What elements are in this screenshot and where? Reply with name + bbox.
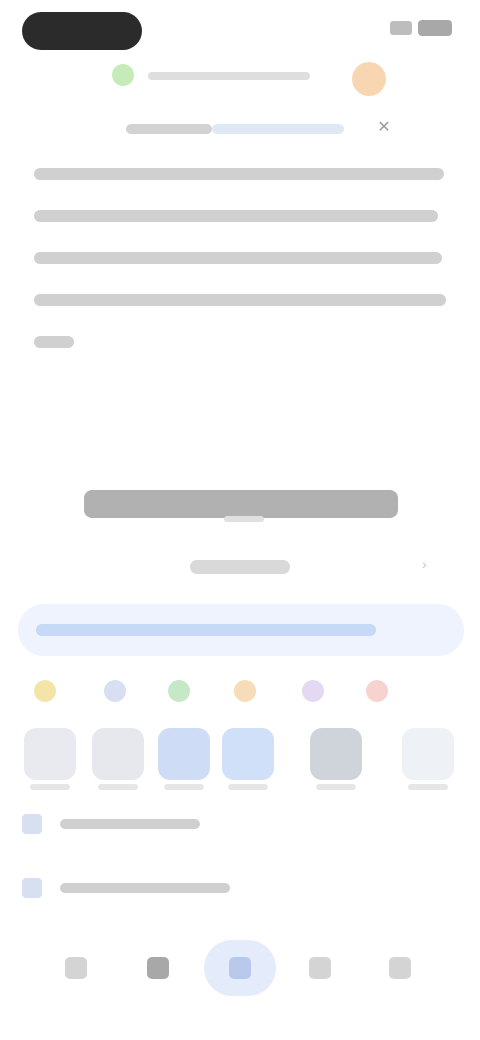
thumbnail[interactable]	[24, 728, 76, 780]
document-icon	[22, 878, 42, 898]
nav-apps[interactable]	[138, 948, 178, 988]
thumbnail-label	[408, 784, 448, 790]
section-heading	[84, 490, 398, 518]
thumbnail[interactable]	[402, 728, 454, 780]
profile-icon	[389, 957, 411, 979]
tab-title[interactable]	[126, 124, 212, 134]
screen: ✕ ›	[0, 0, 480, 1040]
paragraph-line	[34, 252, 442, 264]
apps-icon	[147, 957, 169, 979]
color-swatch[interactable]	[234, 680, 256, 702]
tab-row[interactable]: ✕	[0, 110, 480, 150]
status-bar	[0, 0, 480, 60]
lock-icon	[112, 64, 134, 86]
color-swatch[interactable]	[34, 680, 56, 702]
paragraph-line	[34, 294, 446, 306]
thumbnail[interactable]	[310, 728, 362, 780]
thumbnail[interactable]	[222, 728, 274, 780]
color-swatch[interactable]	[104, 680, 126, 702]
thumbnail-label	[164, 784, 204, 790]
section-subtitle	[190, 560, 290, 574]
color-swatch[interactable]	[366, 680, 388, 702]
thumbnail[interactable]	[92, 728, 144, 780]
address-bar[interactable]	[0, 56, 480, 106]
address-text[interactable]	[148, 72, 310, 80]
search-input[interactable]	[18, 604, 464, 656]
thumbnail-label	[98, 784, 138, 790]
nav-search[interactable]	[204, 940, 276, 996]
color-swatch[interactable]	[168, 680, 190, 702]
paragraph-line	[34, 336, 74, 348]
color-dots-row	[0, 676, 480, 706]
thumbnails-row	[0, 728, 480, 790]
chevron-right-icon[interactable]: ›	[422, 556, 442, 576]
battery-icon	[418, 20, 452, 36]
home-icon	[65, 957, 87, 979]
document-icon	[22, 814, 42, 834]
nav-bookmarks[interactable]	[300, 948, 340, 988]
list-item[interactable]	[18, 870, 458, 906]
thumbnail-label	[30, 784, 70, 790]
paragraph-line	[34, 210, 438, 222]
search-placeholder	[36, 624, 376, 636]
list-item-label	[60, 819, 200, 829]
color-swatch[interactable]	[302, 680, 324, 702]
avatar[interactable]	[352, 62, 386, 96]
signal-icon	[390, 21, 412, 35]
paragraph-line	[34, 168, 444, 180]
thumbnail[interactable]	[158, 728, 210, 780]
heading-underline	[224, 516, 264, 522]
nav-profile[interactable]	[380, 948, 420, 988]
bookmark-icon	[309, 957, 331, 979]
nav-home[interactable]	[56, 948, 96, 988]
close-icon[interactable]: ✕	[374, 118, 394, 138]
tab-progress	[212, 124, 344, 134]
list-item-label	[60, 883, 230, 893]
search-icon	[229, 957, 251, 979]
bottom-nav	[0, 936, 480, 1016]
thumbnail-label	[228, 784, 268, 790]
thumbnail-label	[316, 784, 356, 790]
dynamic-island	[22, 12, 142, 50]
article-paragraph	[34, 168, 454, 378]
status-indicators	[390, 20, 452, 36]
list-item[interactable]	[18, 806, 458, 842]
